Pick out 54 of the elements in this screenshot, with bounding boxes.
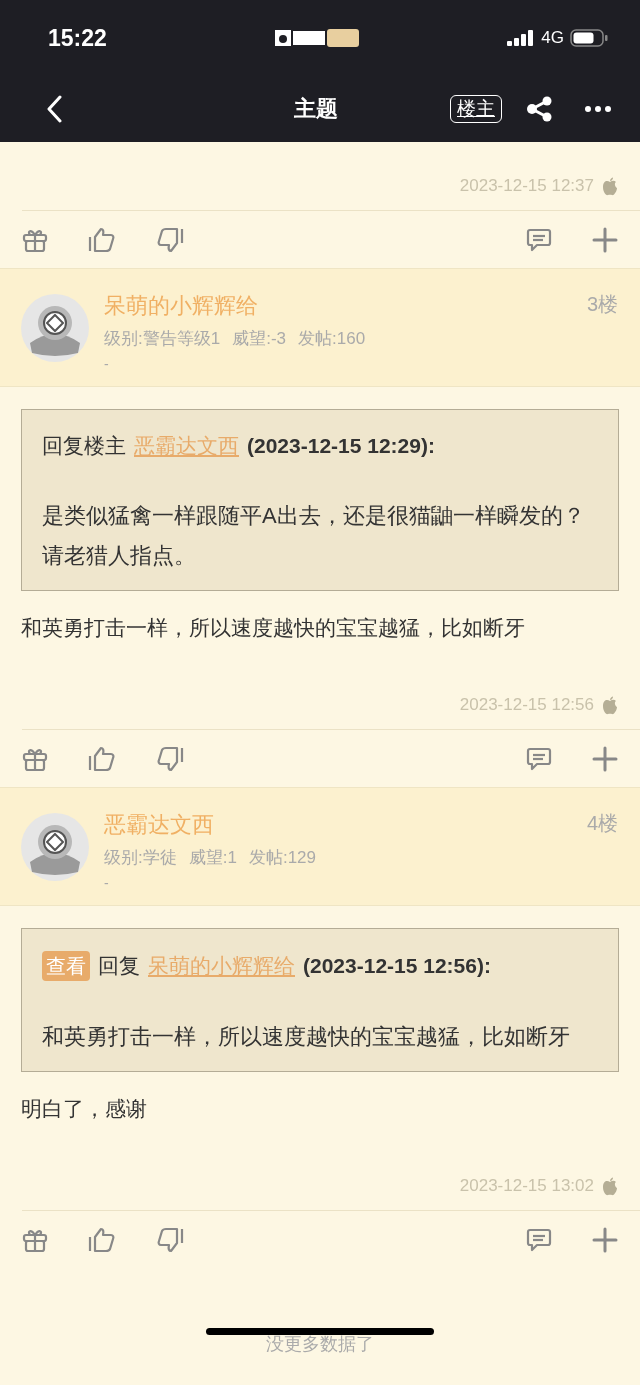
post-text: 明白了，感谢 [21,1096,148,1122]
quote-text: 是类似猛禽一样跟随平A出去，还是很猫鼬一样瞬发的？请老猎人指点。 [42,502,586,570]
user-level: 级别:学徒 [104,847,177,869]
view-button[interactable]: 查看 [42,951,90,981]
quoted-author-link[interactable]: 恶霸达文西 [134,432,239,460]
comment-icon[interactable] [526,745,552,772]
add-icon[interactable] [592,226,618,253]
no-more-data-text: 没更多数据了 [266,1333,374,1356]
user-level: 级别:警告等级1 [104,328,221,350]
reply-label: 回复楼主 [42,433,126,459]
comment-icon[interactable] [526,1226,552,1253]
user-post-count: 发帖:129 [248,847,316,869]
author-only-button[interactable]: 楼主 [450,95,502,123]
thumbs-up-icon[interactable] [88,745,116,772]
thumbs-down-icon[interactable] [156,745,184,772]
author-name[interactable]: 呆萌的小辉辉给 [104,291,258,321]
user-prestige: 威望:1 [188,847,237,869]
more-icon[interactable] [584,105,612,113]
add-icon[interactable] [592,1226,618,1253]
thumbs-down-icon[interactable] [156,1226,184,1253]
network-label: 4G [541,28,564,48]
battery-icon [570,29,608,47]
avatar-icon [20,293,90,363]
share-icon[interactable] [526,96,554,122]
user-prestige: 威望:-3 [232,328,287,350]
page-title: 主题 [294,95,338,123]
apple-icon [602,176,618,196]
comment-icon[interactable] [526,226,552,253]
thumbs-down-icon[interactable] [156,226,184,253]
post-text: 和英勇打击一样，所以速度越快的宝宝越猛，比如断牙 [21,615,526,641]
avatar-icon [20,812,90,882]
post-timestamp: 2023-12-15 12:37 [459,176,594,196]
status-time: 15:22 [48,24,107,52]
author-name[interactable]: 恶霸达文西 [104,810,214,840]
add-icon[interactable] [592,745,618,772]
post-timestamp: 2023-12-15 13:02 [459,1176,594,1196]
apple-icon [602,695,618,715]
floor-number: 4楼 [586,811,618,836]
quote-time: (2023-12-15 12:29): [247,434,435,458]
user-signature: - [104,356,110,372]
signal-icon [507,30,536,46]
thumbs-up-icon[interactable] [88,1226,116,1253]
floor-number: 3楼 [586,292,618,317]
user-signature: - [104,875,110,891]
user-post-count: 发帖:160 [298,328,366,350]
back-icon[interactable] [46,95,62,123]
apple-icon [602,1176,618,1196]
quote-time: (2023-12-15 12:56): [303,954,491,978]
quoted-author-link[interactable]: 呆萌的小辉辉给 [148,952,295,980]
quote-text: 和英勇打击一样，所以速度越快的宝宝越猛，比如断牙 [42,1023,571,1051]
thumbs-up-icon[interactable] [88,226,116,253]
post-timestamp: 2023-12-15 12:56 [459,695,594,715]
app-logo-icon [275,28,360,48]
reply-label: 回复 [98,953,140,979]
